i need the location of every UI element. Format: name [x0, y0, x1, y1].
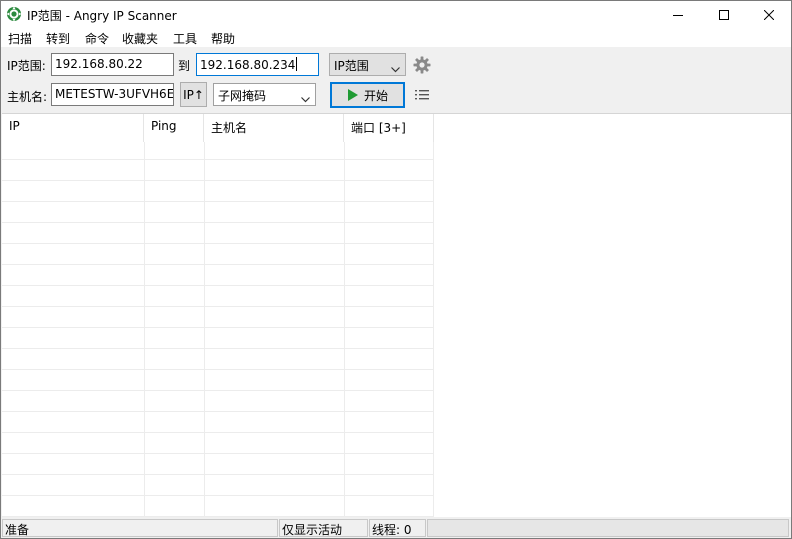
row-separator — [2, 348, 433, 349]
row-separator — [2, 285, 433, 286]
status-state: 准备 — [2, 519, 278, 537]
status-bar: 准备 仅显示活动 线程: 0 — [1, 517, 791, 538]
status-display-mode[interactable]: 仅显示活动 — [279, 519, 368, 537]
text-caret — [296, 57, 298, 71]
start-button[interactable]: 开始 — [330, 82, 405, 108]
row-separator — [2, 306, 433, 307]
hostname-value: METESTW-3UFVH6E — [55, 87, 174, 101]
minimize-button[interactable] — [655, 1, 701, 28]
feeder-select-value: IP范围 — [334, 59, 369, 73]
row-separator — [2, 243, 433, 244]
window-title: IP范围 - Angry IP Scanner — [27, 9, 177, 23]
row-separator — [2, 159, 433, 160]
row-separator — [2, 222, 433, 223]
netmask-select-value: 子网掩码 — [218, 89, 267, 103]
progress-bar — [427, 519, 789, 537]
ip-range-end-input[interactable]: 192.168.80.234 — [196, 53, 319, 76]
ip-range-end-value: 192.168.80.234 — [200, 58, 296, 72]
row-separator — [2, 264, 433, 265]
start-button-label: 开始 — [363, 88, 388, 103]
column-header-hostname[interactable]: 主机名 — [204, 114, 344, 142]
menu-commands[interactable]: 命令 — [85, 30, 109, 47]
menu-goto[interactable]: 转到 — [46, 30, 70, 47]
play-icon — [347, 88, 359, 105]
minimize-icon — [673, 10, 683, 20]
chevron-down-icon — [391, 62, 400, 76]
list-columns-icon[interactable] — [415, 89, 429, 104]
column-divider — [344, 142, 345, 517]
menu-help[interactable]: 帮助 — [211, 30, 235, 47]
to-label: 到 — [178, 59, 191, 73]
maximize-icon — [719, 9, 729, 20]
feeder-select[interactable]: IP范围 — [329, 53, 406, 76]
column-header-ip[interactable]: IP — [2, 114, 144, 142]
maximize-button[interactable] — [701, 1, 747, 28]
column-divider — [144, 142, 145, 517]
ip-range-start-value: 192.168.80.22 — [55, 57, 143, 71]
column-header-ping[interactable]: Ping — [144, 114, 204, 142]
column-divider — [433, 142, 434, 517]
title-bar[interactable]: IP范围 - Angry IP Scanner — [1, 1, 791, 28]
ip-up-button[interactable]: IP↑ — [180, 82, 207, 107]
menu-bar: 扫描 转到 命令 收藏夹 工具 帮助 — [1, 28, 791, 47]
results-table[interactable]: IP Ping 主机名 端口 [3+] — [2, 113, 791, 517]
app-window: IP范围 - Angry IP Scanner 扫描 转到 命令 收藏夹 工具 … — [0, 0, 792, 539]
ip-range-start-input[interactable]: 192.168.80.22 — [51, 53, 174, 76]
close-button[interactable] — [746, 1, 792, 28]
toolbar: IP范围: 192.168.80.22 到 192.168.80.234 IP范… — [1, 47, 791, 113]
hostname-input[interactable]: METESTW-3UFVH6E — [51, 83, 174, 106]
chevron-down-icon — [301, 92, 310, 106]
angry-ip-scanner-icon — [6, 6, 22, 22]
row-separator — [2, 180, 433, 181]
menu-scan[interactable]: 扫描 — [8, 30, 32, 47]
menu-favorites[interactable]: 收藏夹 — [122, 30, 158, 47]
hostname-label: 主机名: — [7, 90, 48, 104]
row-separator — [2, 453, 433, 454]
row-separator — [2, 411, 433, 412]
row-separator — [2, 327, 433, 328]
menu-tools[interactable]: 工具 — [173, 30, 197, 47]
row-separator — [2, 474, 433, 475]
column-header-ports[interactable]: 端口 [3+] — [344, 114, 434, 142]
status-threads: 线程: 0 — [369, 519, 426, 537]
gear-icon[interactable] — [413, 56, 431, 77]
ip-range-label: IP范围: — [7, 59, 46, 73]
close-icon — [764, 9, 774, 20]
row-separator — [2, 432, 433, 433]
ip-up-button-label: IP↑ — [183, 87, 204, 102]
netmask-select[interactable]: 子网掩码 — [213, 83, 316, 106]
row-separator — [2, 390, 433, 391]
column-divider — [204, 142, 205, 517]
row-separator — [2, 495, 433, 496]
row-separator — [2, 201, 433, 202]
row-separator — [2, 369, 433, 370]
